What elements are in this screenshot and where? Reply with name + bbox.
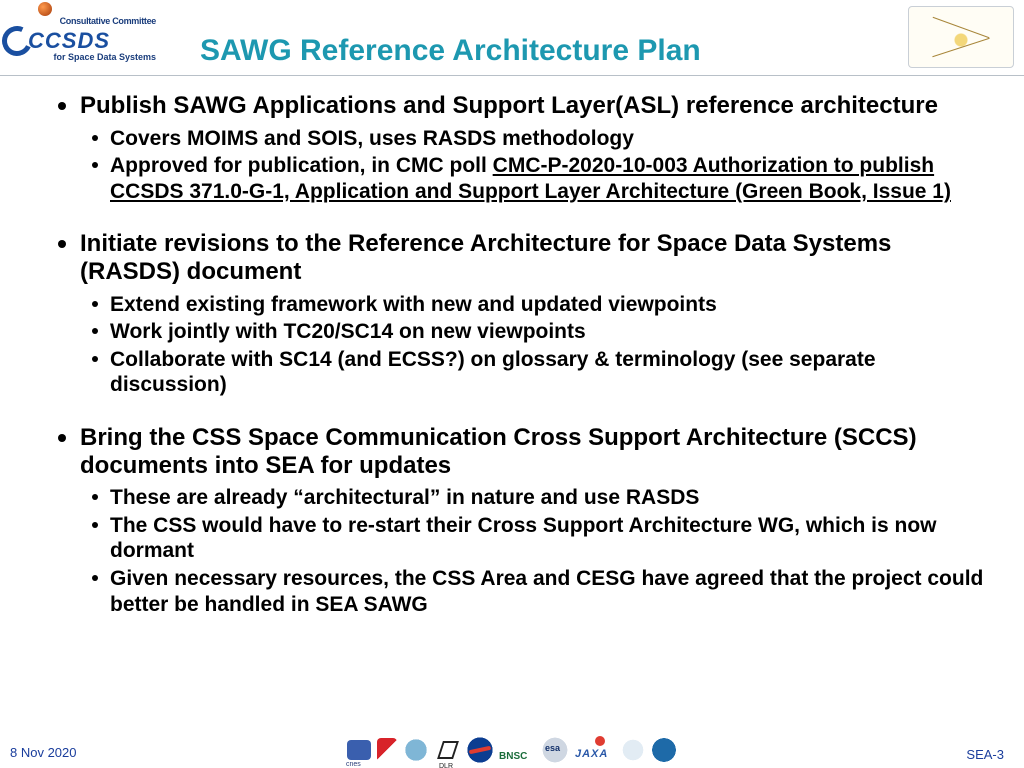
slide: Consultative Committee CCSDS for Space D… <box>0 0 1024 768</box>
slide-footer: 8 Nov 2020 SEA-3 <box>0 732 1024 768</box>
csa-logo-icon <box>403 738 429 762</box>
sub-bullet-text: Extend existing framework with new and u… <box>110 293 717 316</box>
slide-title: SAWG Reference Architecture Plan <box>200 34 701 68</box>
logo-top-line: Consultative Committee <box>40 16 156 26</box>
sub-bullet-prefix: Approved for publication, in CMC poll <box>110 154 493 177</box>
sub-bullet-item: Given necessary resources, the CSS Area … <box>80 566 994 617</box>
footer-agency-logos <box>347 734 677 766</box>
sub-bullet-item: These are already “architectural” in nat… <box>80 485 994 511</box>
sub-bullet-item: Work jointly with TC20/SC14 on new viewp… <box>80 319 994 345</box>
footer-date: 8 Nov 2020 <box>10 745 77 760</box>
footer-page-number: SEA-3 <box>966 747 1004 762</box>
sub-bullet-text: The CSS would have to re-start their Cro… <box>110 514 937 563</box>
sub-bullet-text: Given necessary resources, the CSS Area … <box>110 567 983 616</box>
bullet-text: Bring the CSS Space Communication Cross … <box>80 424 917 479</box>
bullet-item: Bring the CSS Space Communication Cross … <box>48 424 994 617</box>
bullet-item: Publish SAWG Applications and Support La… <box>48 92 994 204</box>
slide-header: Consultative Committee CCSDS for Space D… <box>0 0 1024 76</box>
sub-bullet-item: Covers MOIMS and SOIS, uses RASDS method… <box>80 126 994 152</box>
logo-acronym: CCSDS <box>28 28 110 54</box>
asi-logo-icon <box>377 738 397 762</box>
bullet-text: Initiate revisions to the Reference Arch… <box>80 230 891 285</box>
bullet-text: Publish SAWG Applications and Support La… <box>80 92 938 119</box>
jaxa-logo-icon <box>575 738 615 762</box>
logo-orb-icon <box>38 2 52 16</box>
dlr-logo-icon <box>435 738 461 762</box>
sub-bullet-text: These are already “architectural” in nat… <box>110 486 699 509</box>
bullet-item: Initiate revisions to the Reference Arch… <box>48 230 994 398</box>
roscosmos-logo-icon <box>621 738 645 762</box>
diagram-thumbnail-icon <box>908 6 1014 68</box>
sub-bullet-item: Extend existing framework with new and u… <box>80 292 994 318</box>
sea-logo-icon <box>651 737 677 763</box>
sub-bullet-text: Covers MOIMS and SOIS, uses RASDS method… <box>110 127 634 150</box>
nasa-logo-icon <box>467 737 493 763</box>
sub-bullet-item: The CSS would have to re-start their Cro… <box>80 513 994 564</box>
logo-bottom-line: for Space Data Systems <box>36 52 156 62</box>
slide-body: Publish SAWG Applications and Support La… <box>48 92 994 643</box>
sub-bullet-text: Work jointly with TC20/SC14 on new viewp… <box>110 320 586 343</box>
sub-bullet-item: Approved for publication, in CMC poll CM… <box>80 153 994 204</box>
cnes-logo-icon <box>347 740 371 760</box>
sub-bullet-item: Collaborate with SC14 (and ECSS?) on glo… <box>80 347 994 398</box>
sub-bullet-text: Collaborate with SC14 (and ECSS?) on glo… <box>110 348 876 397</box>
bnsc-logo-icon <box>499 738 535 762</box>
esa-logo-icon <box>541 737 569 763</box>
